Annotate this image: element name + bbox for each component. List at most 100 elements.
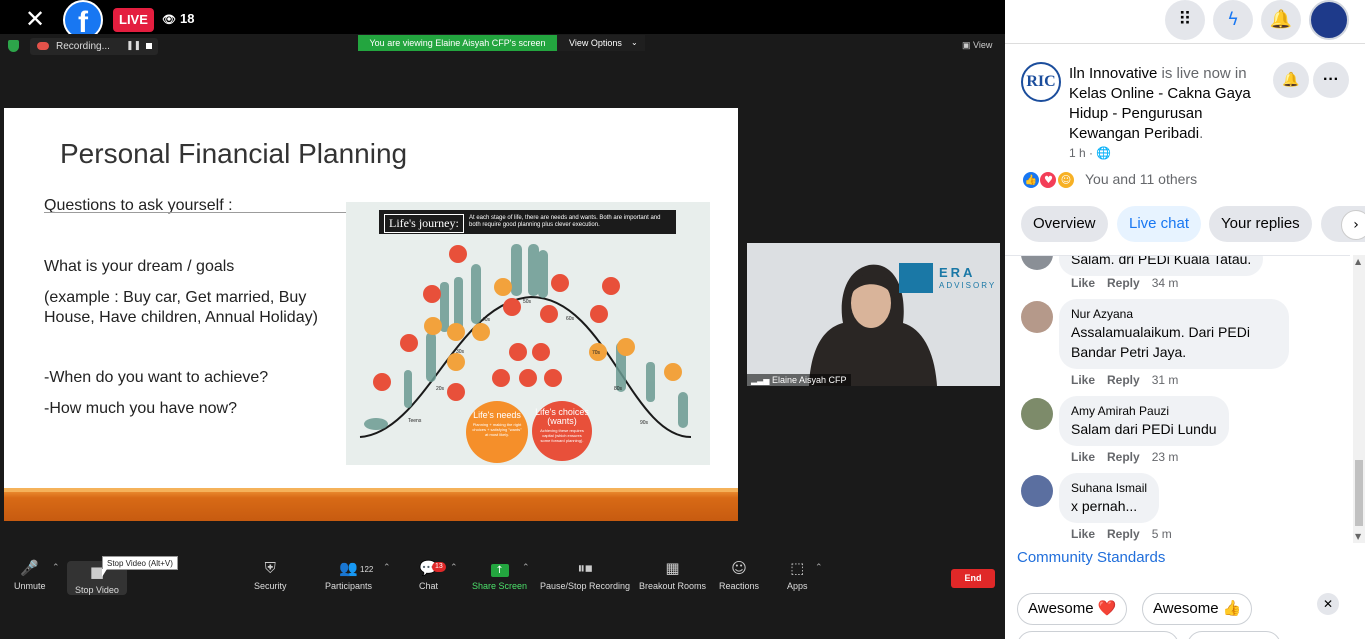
comment-text: Assalamualaikum. Dari PEDi Bandar Petri … [1071,324,1250,360]
reply-button[interactable]: Reply [1107,276,1140,290]
encryption-shield-icon[interactable] [8,40,19,52]
chevron-right-icon: › [1341,210,1365,240]
commenter-name[interactable]: Amy Amirah Pauzi [1071,403,1217,419]
live-chat-list: Salam. dri PEDi Kuala Tatau. Like Reply 34… [1005,255,1350,543]
speaker-name: Elaine Aisyah CFP [772,375,847,385]
comment-actions: Like Reply 23 m [1071,450,1190,464]
like-button[interactable]: Like [1071,527,1095,541]
reply-button[interactable]: Reply [1107,450,1140,464]
lifes-wants-circle: Life's choices (wants) Achieving these r… [532,401,592,461]
share-screen-button[interactable]: ↑ Share Screen ⌃ [472,559,530,591]
breakout-rooms-label: Breakout Rooms [639,581,707,591]
page-name[interactable]: Iln Innovative [1069,65,1157,82]
post-time-text[interactable]: 1 h · [1069,146,1093,160]
scroll-down-icon[interactable]: ▼ [1355,532,1361,541]
caret-up-icon[interactable]: ⌃ [522,563,530,573]
life-journey-infographic: Life's journey: At each stage of life, t… [346,202,710,465]
security-button[interactable]: ⛨ Security [254,559,287,591]
signal-icon: ▂▃▅ [751,376,772,385]
close-suggestions-icon[interactable]: ✕ [1317,593,1339,615]
reactions-count[interactable]: You and 11 others [1085,171,1197,187]
participants-button[interactable]: 👥 Participants ⌃ [325,559,391,591]
wants-subtitle: Achieving these requires capital (which … [540,428,584,443]
tab-live-chat[interactable]: Live chat [1117,206,1202,242]
comment-text: Salam. dri PEDi Kuala Tatau. [1071,255,1252,267]
view-button[interactable]: ▣ View [962,40,992,51]
like-button[interactable]: Like [1071,450,1095,464]
stop-video-label: Stop Video [75,585,119,595]
pause-recording-icon[interactable]: ❚❚ [126,38,141,55]
community-standards-link[interactable]: Community Standards [1017,549,1165,566]
mic-muted-icon: 🎤 [20,559,40,577]
caret-up-icon[interactable]: ⌃ [450,563,458,573]
stop-recording-icon[interactable] [146,43,152,49]
pause-stop-recording-button[interactable]: ⏸⏹ Pause/Stop Recording [540,559,630,591]
tab-overview[interactable]: Overview [1021,206,1108,242]
panel-top-bar: ⠿ ϟ 🔔 [1005,0,1365,44]
comment-avatar[interactable] [1021,256,1053,270]
tab-your-replies[interactable]: Your replies [1209,206,1312,242]
suggestion-chip[interactable] [1017,631,1179,639]
post-header: Iln Innovative is live now in Kelas Onli… [1069,64,1269,144]
notifications-icon[interactable]: 🔔 [1261,0,1301,40]
caret-up-icon[interactable]: ⌃ [815,563,823,573]
slide-divider [44,212,346,213]
age-label-70s: 70s [592,350,601,356]
needs-title: Life's needs [473,410,521,420]
age-label-teens: Teens [408,418,422,424]
tabs-next[interactable]: › [1321,206,1365,242]
profile-avatar[interactable] [1309,0,1349,40]
reaction-icons[interactable]: 👍 ♥ ☺ [1022,170,1075,190]
comment-avatar[interactable] [1021,398,1053,430]
commenter-name[interactable]: Suhana Ismail [1071,480,1147,496]
caret-up-icon[interactable]: ⌃ [52,563,60,573]
shared-slide: Personal Financial Planning Questions to… [4,108,738,521]
view-options-button[interactable]: View Options ⌄ [557,35,645,51]
more-options-icon[interactable]: ··· [1313,62,1349,98]
unmute-button[interactable]: 🎤 Unmute ⌃ [14,559,60,591]
participant-count: 122 [360,565,374,574]
caret-up-icon[interactable]: ⌃ [383,563,391,573]
like-button[interactable]: Like [1071,276,1095,290]
scrollbar-thumb[interactable] [1355,460,1363,526]
slide-footer-rule [4,488,738,492]
close-icon[interactable]: ✕ [22,6,48,32]
viewer-count: 👁 18 [162,11,194,26]
apps-icon: ⬚ [790,559,805,577]
like-reaction-icon: 👍 [1022,171,1040,189]
chat-scrollbar[interactable]: ▲ ▼ [1353,255,1365,543]
page-avatar[interactable]: RIC [1021,62,1061,102]
bell-icon[interactable]: 🔔 [1273,62,1309,98]
menu-grid-icon[interactable]: ⠿ [1165,0,1205,40]
breakout-rooms-button[interactable]: ▦ Breakout Rooms [639,559,706,591]
apps-button[interactable]: ⬚ Apps ⌃ [787,559,823,591]
like-button[interactable]: Like [1071,373,1095,387]
comment-actions: Like Reply 34 m [1071,276,1190,290]
comment-avatar[interactable] [1021,475,1053,507]
speaker-video[interactable]: ERA ADVISORY ▂▃▅ Elaine Aisyah CFP [747,243,1000,386]
comment-bubble: Nur Azyana Assalamualaikum. Dari PEDi Ba… [1059,299,1289,369]
mouse-cursor [102,569,107,577]
view-options-label: View Options [569,38,622,48]
suggestion-awesome-thumbs[interactable]: Awesome 👍 [1142,593,1253,625]
age-label-40s: 40s [482,317,491,323]
age-label-30s: 30s [456,349,465,355]
scroll-up-icon[interactable]: ▲ [1355,257,1361,266]
suggestion-awesome-heart[interactable]: Awesome ❤️ [1017,593,1128,625]
comment-avatar[interactable] [1021,301,1053,333]
reply-button[interactable]: Reply [1107,373,1140,387]
smile-icon: ☺ [731,559,747,577]
wants-title: Life's choices (wants) [535,407,589,426]
recording-label: Recording... [56,41,110,52]
logo-line-2: ADVISORY [939,281,997,290]
event-name[interactable]: Kelas Online - Cakna Gaya Hidup - Pengur… [1069,85,1251,142]
commenter-name[interactable]: Nur Azyana [1071,306,1277,322]
messenger-icon[interactable]: ϟ [1213,0,1253,40]
comment-bubble: Salam. dri PEDi Kuala Tatau. [1059,255,1264,276]
suggestion-chip[interactable] [1187,631,1281,639]
reactions-button[interactable]: ☺ Reactions [719,559,759,591]
reply-button[interactable]: Reply [1107,527,1140,541]
share-screen-label: Share Screen [472,581,528,591]
end-meeting-button[interactable]: End [951,569,995,588]
comment-actions: Like Reply 31 m [1071,373,1190,387]
